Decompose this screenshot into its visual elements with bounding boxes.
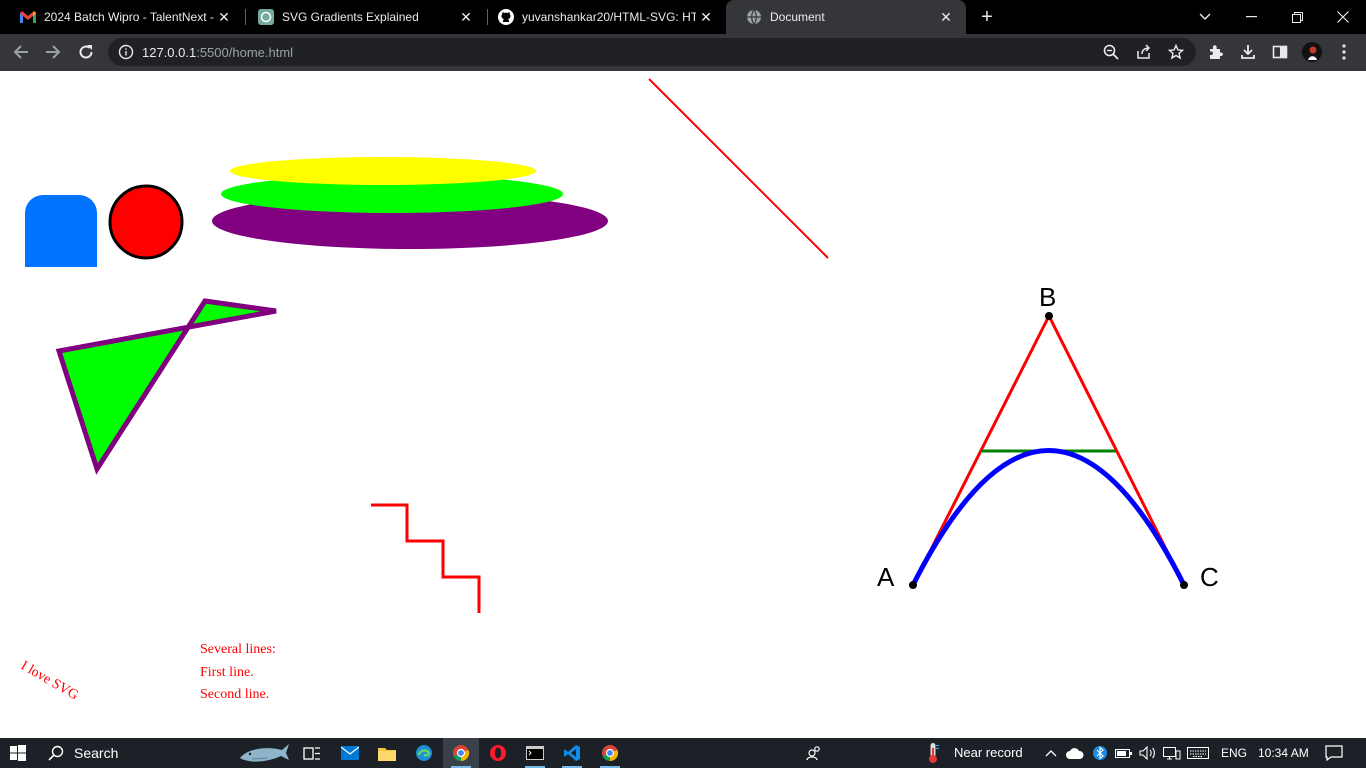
minimize-icon[interactable] (1228, 0, 1274, 34)
url-text[interactable]: 127.0.0.1:5500/home.html (142, 45, 293, 60)
back-arrow-icon[interactable] (9, 40, 33, 64)
extensions-icon[interactable] (1206, 42, 1226, 62)
menu-kebab-icon[interactable] (1334, 42, 1354, 62)
weather-text[interactable]: Near record (954, 745, 1023, 760)
rotated-text: I love SVG (18, 658, 81, 703)
tab-title: SVG Gradients Explained (282, 10, 419, 24)
github-icon (498, 9, 514, 25)
tab-title: Document (770, 10, 825, 24)
bowtie-polygon (55, 298, 277, 475)
point-c (1180, 581, 1188, 589)
bookmark-star-icon[interactable] (1167, 43, 1185, 61)
circle (108, 184, 184, 260)
clock-time[interactable]: 10:34 AM (1258, 746, 1309, 760)
close-tab-icon[interactable]: ✕ (214, 7, 234, 27)
stairs-polyline (371, 503, 481, 613)
download-icon[interactable] (1238, 42, 1258, 62)
task-view-icon[interactable] (294, 738, 330, 768)
share-icon[interactable] (1135, 43, 1153, 61)
multiline-text-line-1: Several lines: (200, 642, 276, 657)
mail-app-icon[interactable] (332, 738, 368, 768)
url-path: :5500/home.html (196, 45, 294, 60)
side-panel-icon[interactable] (1270, 42, 1290, 62)
search-label: Search (74, 745, 119, 761)
ellipse-yellow (230, 157, 536, 185)
new-tab-icon[interactable]: + (976, 6, 998, 28)
zoom-icon[interactable] (1102, 43, 1120, 61)
whale-search-highlight-icon (238, 740, 290, 766)
svg-canvas: A B C I love SVG Several lines: First li… (18, 78, 1219, 703)
info-icon[interactable] (118, 44, 134, 60)
windows-start-icon[interactable] (0, 738, 36, 768)
multiline-text-line-3: Second line. (200, 687, 269, 702)
tab-github[interactable]: yuvanshankar20/HTML-SVG: HTM ✕ (478, 0, 726, 34)
notifications-icon[interactable] (1316, 738, 1352, 768)
close-tab-icon[interactable]: ✕ (456, 7, 476, 27)
tab-document[interactable]: Document ✕ (726, 0, 966, 34)
file-explorer-icon[interactable] (369, 738, 405, 768)
point-a (909, 581, 917, 589)
label-a: A (877, 562, 895, 592)
chatgpt-icon (258, 9, 274, 25)
forward-arrow-icon[interactable] (41, 40, 65, 64)
gmail-icon (20, 9, 36, 25)
close-tab-icon[interactable]: ✕ (696, 7, 716, 27)
tab-strip: 2024 Batch Wipro - TalentNext - l ✕ SVG … (0, 0, 1366, 34)
vscode-icon[interactable] (554, 738, 590, 768)
tab-search-icon[interactable] (1182, 0, 1228, 34)
chrome-taskbar-icon[interactable] (443, 738, 479, 768)
diagonal-line (648, 78, 829, 259)
label-b: B (1039, 282, 1056, 312)
close-window-icon[interactable] (1320, 0, 1366, 34)
people-icon[interactable] (796, 738, 832, 768)
label-c: C (1200, 562, 1219, 592)
language-indicator[interactable]: ENG (1221, 746, 1247, 760)
page-content: A B C I love SVG Several lines: First li… (0, 71, 1366, 738)
opera-icon[interactable] (480, 738, 516, 768)
taskbar: Search Near record ENG 10:34 AM (0, 738, 1366, 768)
url-host: 127.0.0.1 (142, 45, 197, 60)
browser-toolbar: 127.0.0.1:5500/home.html (0, 34, 1366, 71)
close-tab-icon[interactable]: ✕ (936, 7, 956, 27)
point-b (1045, 312, 1053, 320)
chrome-alt-icon[interactable] (592, 738, 628, 768)
tab-gmail[interactable]: 2024 Batch Wipro - TalentNext - l ✕ (0, 0, 244, 34)
edge-icon[interactable] (406, 738, 442, 768)
quadratic-curve (910, 448, 1187, 587)
terminal-icon[interactable] (517, 738, 553, 768)
reload-icon[interactable] (74, 40, 98, 64)
address-bar[interactable]: 127.0.0.1:5500/home.html (108, 38, 1196, 66)
rounded-rectangle (25, 195, 97, 267)
tab-svg-gradients[interactable]: SVG Gradients Explained ✕ (238, 0, 486, 34)
thermometer-icon (915, 738, 951, 768)
multiline-text-line-2: First line. (200, 665, 254, 680)
restore-icon[interactable] (1274, 0, 1320, 34)
search-icon (48, 745, 64, 761)
profile-avatar[interactable] (1302, 42, 1322, 62)
keyboard-icon[interactable] (1180, 738, 1216, 768)
tab-title: 2024 Batch Wipro - TalentNext - l (44, 10, 214, 24)
tab-title: yuvanshankar20/HTML-SVG: HTM (522, 10, 696, 24)
taskbar-search[interactable]: Search (38, 738, 292, 768)
globe-icon (746, 9, 762, 25)
